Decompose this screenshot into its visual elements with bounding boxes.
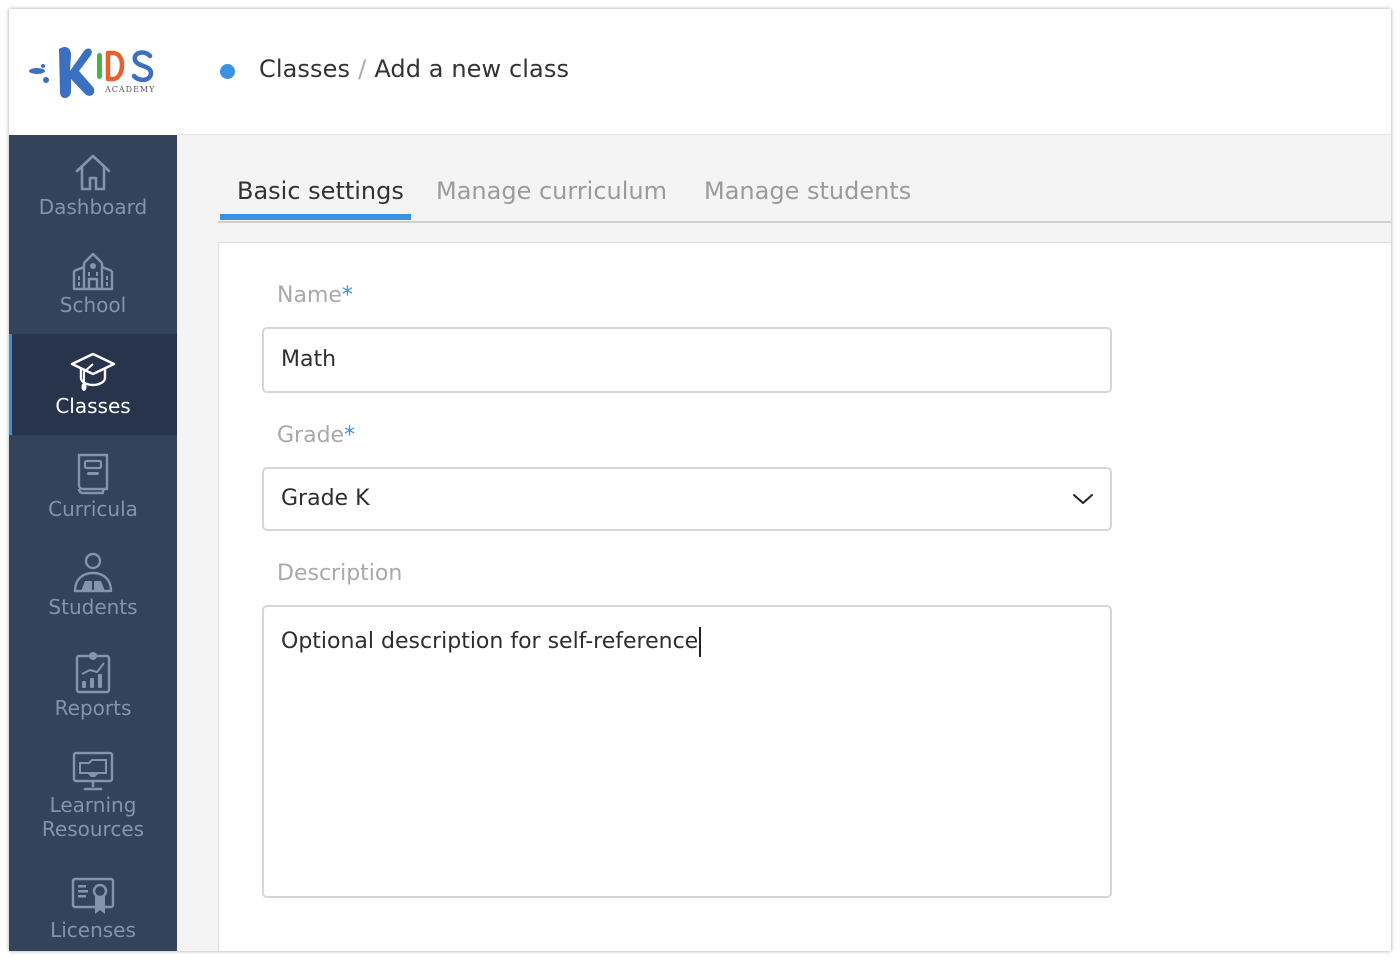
chevron-down-icon (1073, 494, 1093, 504)
grade-label: Grade* (277, 423, 355, 448)
name-label-text: Name (277, 283, 342, 308)
sidebar-item-label: Classes (55, 394, 131, 418)
sidebar-item-label: Curricula (48, 497, 138, 521)
breadcrumb-current: Add a new class (374, 55, 570, 83)
student-reading-icon (73, 552, 113, 593)
sidebar-item-label: Dashboard (38, 195, 148, 219)
description-value: Optional description for self-reference (281, 629, 699, 654)
sidebar-item-learning-resources[interactable]: Learning Resources (9, 735, 177, 860)
kids-academy-logo-icon: ACADEMY (29, 47, 155, 99)
sidebar: Dashboard School Classes Curricula Stude… (9, 135, 177, 951)
logo[interactable]: ACADEMY (9, 9, 178, 135)
monitor-folder-icon (72, 751, 114, 791)
tab-manage-curriculum[interactable]: Manage curriculum (436, 177, 667, 205)
sidebar-item-label: School (59, 293, 127, 317)
sidebar-item-label-line1: Learning (49, 793, 137, 817)
sidebar-item-label: Reports (54, 696, 132, 720)
breadcrumb: Classes / Add a new class (259, 55, 569, 83)
graduation-cap-icon (70, 352, 116, 391)
grade-select-value: Grade K (281, 486, 370, 511)
book-icon (77, 453, 109, 495)
required-mark: * (344, 423, 356, 448)
sidebar-item-students[interactable]: Students (9, 535, 177, 635)
report-chart-icon (75, 652, 111, 694)
sidebar-item-licenses[interactable]: Licenses (9, 860, 177, 951)
text-cursor (699, 627, 702, 657)
sidebar-item-label-line2: Resources (41, 817, 145, 841)
tab-basic-settings[interactable]: Basic settings (237, 177, 404, 205)
app-window: ACADEMY Classes / Add a new class Dashboar… (9, 9, 1391, 951)
sidebar-item-curricula[interactable]: Curricula (9, 435, 177, 535)
sidebar-item-label: Students (48, 595, 138, 619)
description-label: Description (277, 561, 403, 586)
sidebar-item-label: Licenses (50, 918, 136, 942)
school-building-icon (72, 252, 114, 291)
name-label: Name* (277, 283, 353, 308)
sidebar-item-school[interactable]: School (9, 235, 177, 335)
active-tab-indicator (220, 214, 411, 220)
breadcrumb-parent[interactable]: Classes (259, 55, 350, 83)
grade-select[interactable]: Grade K (262, 467, 1112, 531)
sidebar-item-dashboard[interactable]: Dashboard (9, 135, 177, 235)
grade-label-text: Grade (277, 423, 345, 448)
basic-settings-form: Name* Math Grade* Grade K Description Op… (218, 242, 1391, 951)
required-mark: * (341, 283, 353, 308)
sidebar-item-reports[interactable]: Reports (9, 635, 177, 735)
sidebar-item-classes[interactable]: Classes (9, 334, 177, 435)
name-input-value: Math (281, 347, 337, 372)
breadcrumb-separator: / (358, 55, 367, 83)
tab-manage-students[interactable]: Manage students (704, 177, 911, 205)
description-textarea[interactable]: Optional description for self-reference (262, 605, 1112, 898)
status-dot-icon (220, 64, 235, 79)
home-icon (75, 154, 111, 191)
name-input[interactable]: Math (262, 327, 1112, 393)
certificate-icon (71, 877, 115, 914)
page-header: Classes / Add a new class (177, 9, 1391, 135)
logo-subtext: ACADEMY (104, 85, 155, 94)
